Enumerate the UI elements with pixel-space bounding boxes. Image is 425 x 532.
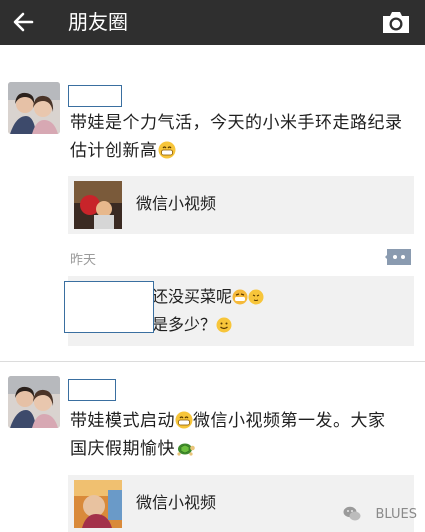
avatar-photo-icon [8,376,60,428]
comment-item[interactable]: 是多少？ [152,314,232,336]
post-text: 带娃模式启动 微信小视频第一发。大家 国庆假期愉快 [70,407,420,463]
post-text-line: 带娃是个力气活，今天的小米手环走路纪录 [70,113,403,133]
post-time: 昨天 [70,253,97,268]
laugh-emoji-icon [232,289,248,305]
page-title: 朋友圈 [68,10,128,34]
redacted-commenter [64,281,154,333]
watermark-text: BLUES [375,507,418,522]
turtle-emoji-icon [177,443,195,456]
link-label: 微信小视频 [136,194,217,213]
avatar-photo-icon [8,82,60,134]
video-thumbnail-icon [74,480,122,528]
video-link-card[interactable]: 微信小视频 [68,176,414,234]
back-button[interactable] [10,8,38,36]
camera-icon [383,12,409,33]
video-thumbnail-icon [74,181,122,229]
comment-icon [385,249,411,265]
post-text-line: 带娃模式启动 微信小视频第一发。大家 [70,411,386,431]
shy-emoji-icon [248,289,264,305]
video-thumbnail [74,480,122,528]
comment-button[interactable] [385,247,413,267]
wechat-logo-icon [343,506,361,521]
post-divider [0,361,425,362]
smile-emoji-icon [216,317,232,333]
grin-emoji-icon [158,141,175,159]
top-bar: 朋友圈 [0,0,425,45]
camera-button[interactable] [381,9,411,35]
avatar[interactable] [8,82,60,134]
grin-emoji-icon [175,411,193,429]
moments-feed[interactable]: 带娃是个力气活，今天的小米手环走路纪录 估计创新高 微信小视频 昨天 还没买菜呢 [0,45,425,532]
video-link-card[interactable]: 微信小视频 [68,475,414,532]
redacted-name [68,379,116,401]
arrow-left-icon [13,12,34,32]
post-text: 带娃是个力气活，今天的小米手环走路纪录 估计创新高 [70,109,420,165]
post-text-line: 估计创新高 [70,137,420,165]
comment-item[interactable]: 还没买菜呢 [152,286,264,308]
post-text-line: 国庆假期愉快 [70,435,420,463]
avatar[interactable] [8,376,60,428]
redacted-name [68,85,122,107]
video-thumbnail [74,181,122,229]
link-label: 微信小视频 [136,493,217,512]
